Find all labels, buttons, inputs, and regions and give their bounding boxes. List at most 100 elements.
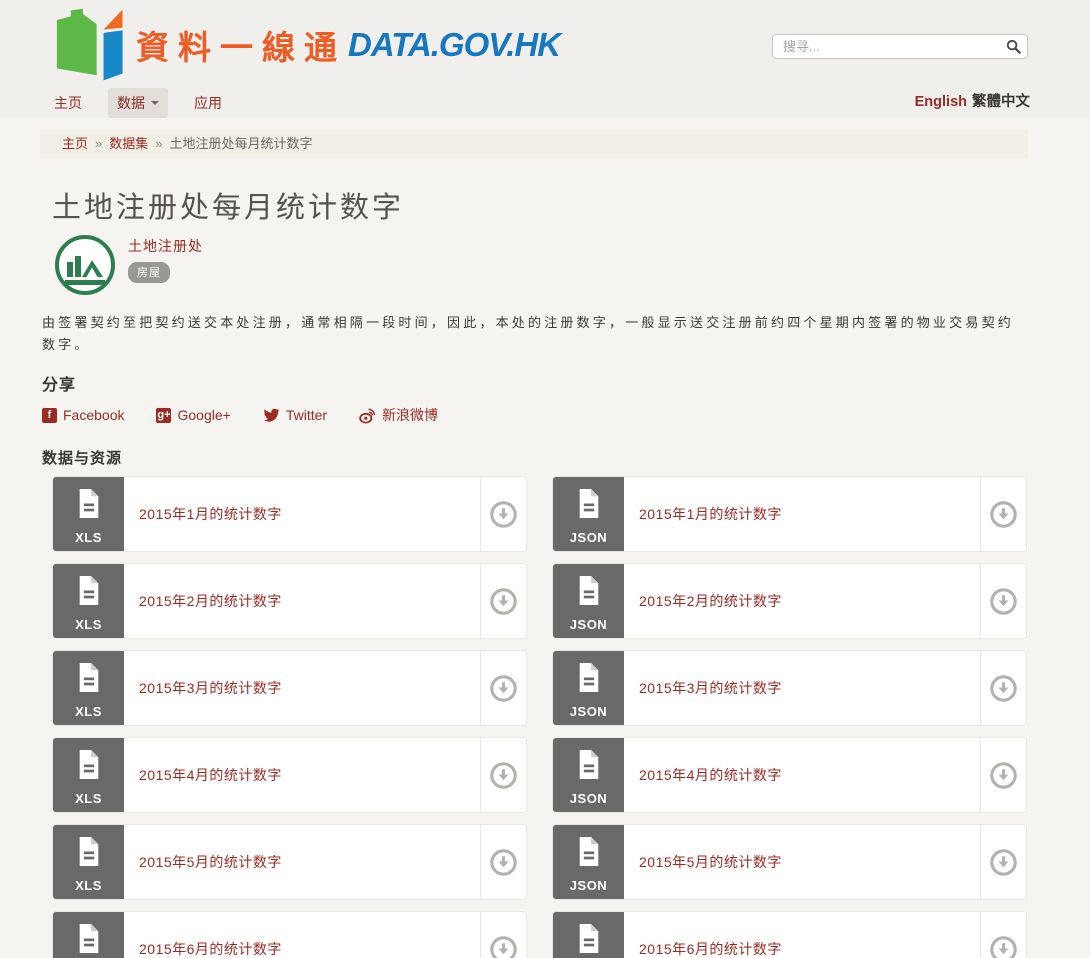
format-label: JSON bbox=[569, 704, 608, 719]
download-button[interactable] bbox=[981, 477, 1026, 551]
download-button[interactable] bbox=[481, 825, 526, 899]
breadcrumb-item[interactable]: 主页 bbox=[62, 136, 88, 151]
category-badge: 房屋 bbox=[128, 262, 170, 283]
breadcrumb: 主页 » 数据集 » 土地注册处每月统计数字 bbox=[40, 130, 1028, 158]
language-switch: English 繁體中文 bbox=[910, 90, 1030, 111]
download-icon bbox=[990, 674, 1017, 702]
share-links: f Facebook g+ Google+ Twitter 新浪微博 bbox=[42, 405, 1090, 425]
download-icon bbox=[490, 935, 517, 958]
download-icon bbox=[990, 761, 1017, 789]
download-button[interactable] bbox=[981, 912, 1026, 958]
share-heading: 分享 bbox=[42, 377, 77, 394]
file-icon bbox=[79, 924, 98, 953]
nav-item[interactable]: 应用 bbox=[192, 88, 224, 118]
file-icon bbox=[579, 837, 598, 866]
download-button[interactable] bbox=[481, 651, 526, 725]
download-button[interactable] bbox=[981, 564, 1026, 638]
facebook-icon: f bbox=[42, 407, 57, 423]
resource-title-link[interactable]: 2015年3月的统计数字 bbox=[624, 651, 981, 725]
resource-row: JSON 2015年5月的统计数字 bbox=[552, 824, 1027, 900]
resource-title-link[interactable]: 2015年1月的统计数字 bbox=[624, 477, 981, 551]
resource-format-badge[interactable]: JSON bbox=[553, 651, 624, 725]
file-icon bbox=[79, 750, 98, 779]
share-link[interactable]: Twitter bbox=[263, 407, 327, 424]
resource-format-badge[interactable]: JSON bbox=[553, 738, 624, 812]
format-label: JSON bbox=[569, 617, 608, 632]
resource-row: JSON 2015年3月的统计数字 bbox=[552, 650, 1027, 726]
resource-row: JSON 2015年1月的统计数字 bbox=[552, 476, 1027, 552]
format-label: JSON bbox=[569, 878, 608, 893]
resource-format-badge[interactable]: XLS bbox=[53, 912, 124, 958]
resource-title-link[interactable]: 2015年2月的统计数字 bbox=[124, 564, 481, 638]
resource-title-link[interactable]: 2015年4月的统计数字 bbox=[624, 738, 981, 812]
resource-row: XLS2015年6月的统计数字 bbox=[52, 911, 527, 958]
format-label: XLS bbox=[75, 791, 102, 806]
download-button[interactable] bbox=[981, 825, 1026, 899]
share-link-label: 新浪微博 bbox=[382, 407, 439, 423]
format-label: XLS bbox=[75, 530, 102, 545]
resource-title-link[interactable]: 2015年4月的统计数字 bbox=[124, 738, 481, 812]
breadcrumb-separator: » bbox=[95, 136, 103, 151]
format-label: XLS bbox=[75, 617, 102, 632]
resource-row: JSON2015年6月的统计数字 bbox=[552, 911, 1027, 958]
resource-format-badge[interactable]: XLS bbox=[53, 738, 124, 812]
resource-title-link[interactable]: 2015年6月的统计数字 bbox=[624, 912, 981, 958]
resource-title-link[interactable]: 2015年2月的统计数字 bbox=[624, 564, 981, 638]
download-icon bbox=[990, 848, 1017, 876]
share-link-label: Facebook bbox=[63, 407, 125, 423]
download-button[interactable] bbox=[981, 738, 1026, 812]
nav-item[interactable]: 主页 bbox=[52, 88, 84, 118]
resource-row: JSON 2015年2月的统计数字 bbox=[552, 563, 1027, 639]
organization-row: 土地注册处 房屋 bbox=[54, 234, 1090, 296]
file-icon bbox=[79, 663, 98, 692]
resource-format-badge[interactable]: JSON bbox=[553, 477, 624, 551]
resource-format-badge[interactable]: JSON bbox=[553, 564, 624, 638]
share-link[interactable]: 新浪微博 bbox=[359, 405, 438, 425]
download-button[interactable] bbox=[481, 564, 526, 638]
format-label: XLS bbox=[75, 878, 102, 893]
resource-title-link[interactable]: 2015年6月的统计数字 bbox=[124, 912, 481, 958]
download-icon bbox=[490, 848, 517, 876]
land-registry-logo-icon bbox=[55, 235, 115, 295]
share-link[interactable]: f Facebook bbox=[42, 407, 124, 423]
resource-column-json: JSON 2015年1月的统计数字 JSON 2015年2月的统计数字 JSON 2015… bbox=[552, 476, 1027, 958]
breadcrumb-item[interactable]: 数据集 bbox=[109, 136, 148, 151]
resource-title-link[interactable]: 2015年3月的统计数字 bbox=[124, 651, 481, 725]
main-content: 土地注册处每月统计数字 土地注册处 房屋 由签署契约至把契约送交本处注册，通常相… bbox=[0, 184, 1090, 958]
site-header: 資料一線通 DATA.GOV.HK English 繁體中文 主页数据应用 bbox=[0, 0, 1090, 118]
language-link[interactable]: 繁體中文 bbox=[972, 94, 1030, 110]
resource-format-badge[interactable]: XLS bbox=[53, 651, 124, 725]
language-link[interactable]: English bbox=[915, 94, 967, 110]
download-button[interactable] bbox=[481, 912, 526, 958]
resource-title-link[interactable]: 2015年1月的统计数字 bbox=[124, 477, 481, 551]
resource-title-link[interactable]: 2015年5月的统计数字 bbox=[124, 825, 481, 899]
file-icon bbox=[579, 750, 598, 779]
organization-link[interactable]: 土地注册处 bbox=[128, 236, 203, 256]
resource-format-badge[interactable]: XLS bbox=[53, 477, 124, 551]
download-icon bbox=[990, 500, 1017, 528]
resource-format-badge[interactable]: JSON bbox=[553, 912, 624, 958]
resource-format-badge[interactable]: XLS bbox=[53, 825, 124, 899]
file-icon bbox=[579, 924, 598, 953]
resource-row: JSON 2015年4月的统计数字 bbox=[552, 737, 1027, 813]
file-icon bbox=[579, 489, 598, 518]
resource-format-badge[interactable]: JSON bbox=[553, 825, 624, 899]
download-button[interactable] bbox=[481, 477, 526, 551]
resource-column-xls: XLS 2015年1月的统计数字 XLS 2015年2月的统计数字 XLS 2015年3月… bbox=[52, 476, 527, 958]
datagovhk-logo-icon bbox=[56, 8, 123, 81]
download-icon bbox=[490, 674, 517, 702]
file-icon bbox=[579, 576, 598, 605]
download-button[interactable] bbox=[481, 738, 526, 812]
download-button[interactable] bbox=[981, 651, 1026, 725]
search-icon[interactable] bbox=[1006, 39, 1021, 54]
share-link[interactable]: g+ Google+ bbox=[156, 407, 231, 423]
nav-item[interactable]: 数据 bbox=[108, 88, 168, 118]
resource-format-badge[interactable]: XLS bbox=[53, 564, 124, 638]
brand-logo[interactable]: 資料一線通 DATA.GOV.HK bbox=[50, 4, 561, 86]
search-input[interactable] bbox=[772, 34, 1028, 59]
resource-row: XLS 2015年1月的统计数字 bbox=[52, 476, 527, 552]
file-icon bbox=[79, 576, 98, 605]
breadcrumb-separator: » bbox=[155, 136, 163, 151]
resources-heading: 数据与资源 bbox=[42, 450, 123, 467]
resource-title-link[interactable]: 2015年5月的统计数字 bbox=[624, 825, 981, 899]
